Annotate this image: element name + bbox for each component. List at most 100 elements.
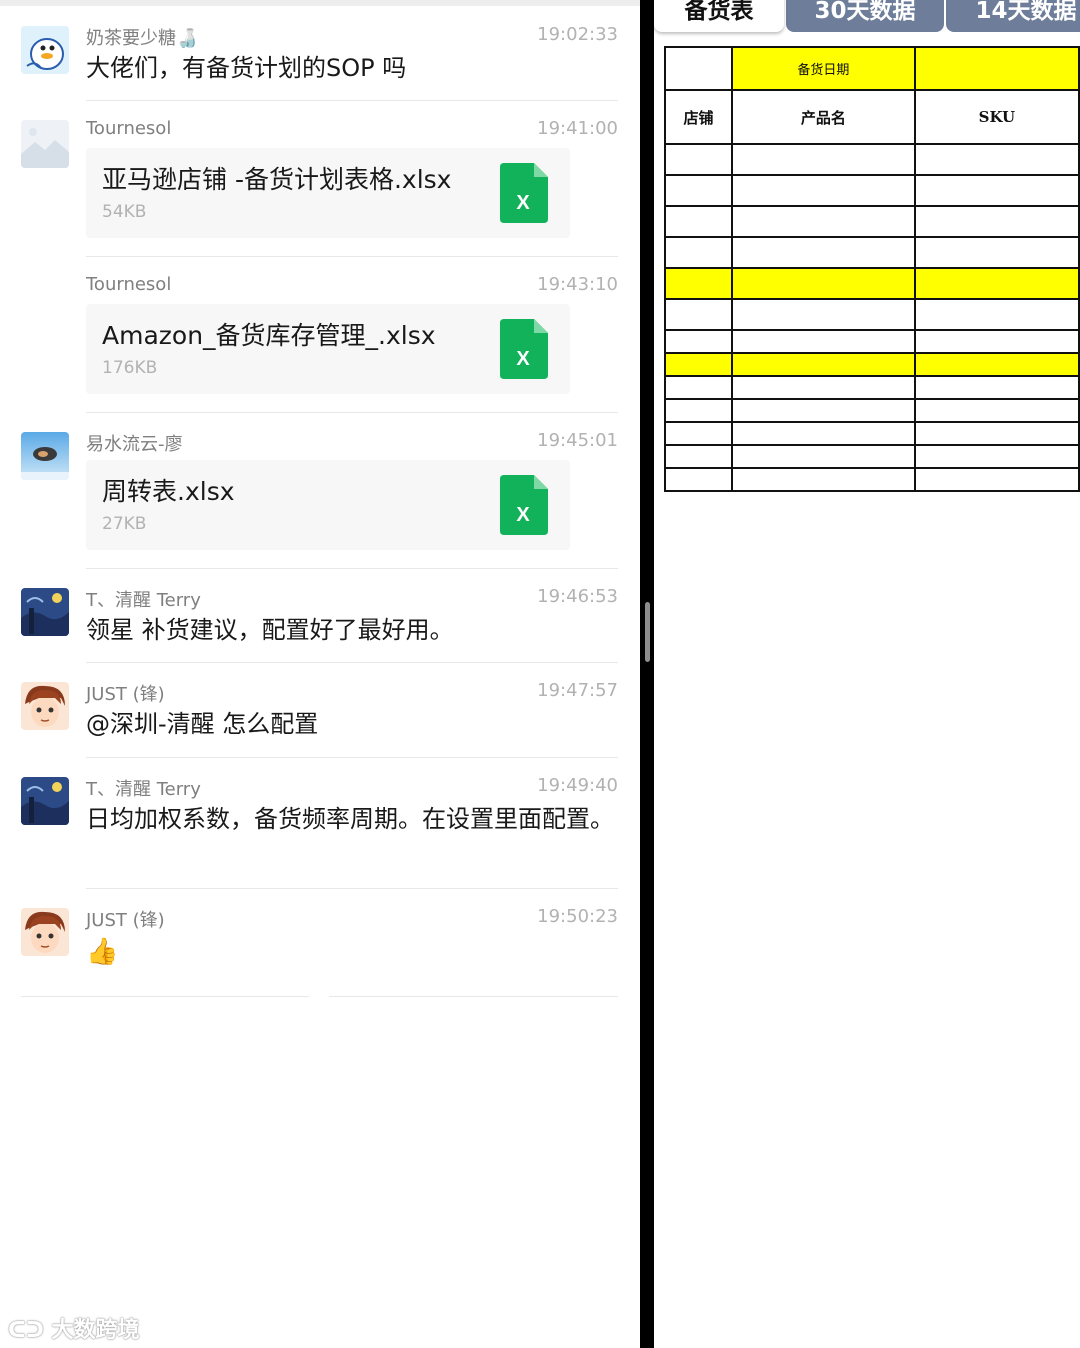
file-attachment[interactable]: Amazon_备货库存管理_.xlsx 176KB X xyxy=(86,304,570,394)
message-time: 19:49:40 xyxy=(537,775,618,796)
sender-name: JUST (锋) xyxy=(86,684,165,705)
message-time: 19:43:10 xyxy=(537,274,618,295)
table-cell[interactable] xyxy=(913,398,1080,423)
sender-name: Tournesol xyxy=(86,118,172,139)
message-text: 大佬们，有备货计划的SOP 吗 xyxy=(86,54,407,82)
table-cell[interactable] xyxy=(664,267,733,300)
file-name: 亚马逊店铺 -备货计划表格.xlsx xyxy=(102,165,452,194)
watermark-text: 大数跨境 xyxy=(51,1318,140,1343)
header-sku[interactable]: SKU xyxy=(913,89,1080,145)
file-attachment[interactable]: 周转表.xlsx 27KB X xyxy=(86,460,570,550)
avatar-duck[interactable] xyxy=(21,26,69,74)
table-cell[interactable] xyxy=(664,236,733,269)
excel-file-icon: X xyxy=(500,319,548,379)
chat-pane: 奶茶要少糖🍶 19:02:33 大佬们，有备货计划的SOP 吗 Tourneso… xyxy=(0,0,640,1348)
table-cell[interactable] xyxy=(913,467,1080,492)
table-cell[interactable] xyxy=(730,375,916,400)
avatar-anime-boy[interactable] xyxy=(21,682,69,730)
message-separator xyxy=(86,100,618,101)
avatar-starry-night[interactable] xyxy=(21,777,69,825)
table-cell[interactable] xyxy=(913,174,1080,207)
table-cell[interactable] xyxy=(664,444,733,469)
end-of-history-line xyxy=(329,996,618,997)
file-attachment[interactable]: 亚马逊店铺 -备货计划表格.xlsx 54KB X xyxy=(86,148,570,238)
table-row xyxy=(664,421,1080,446)
table-cell[interactable] xyxy=(730,421,916,446)
message-time: 19:41:00 xyxy=(537,118,618,139)
end-of-history-line xyxy=(21,996,309,997)
tab-stock-sheet[interactable]: 备货表 xyxy=(654,0,784,32)
table-cell[interactable] xyxy=(913,267,1080,300)
tab-30-day-data[interactable]: 30天数据 xyxy=(786,0,944,32)
table-cell[interactable] xyxy=(664,205,733,238)
table-cell[interactable] xyxy=(913,421,1080,446)
table-cell[interactable] xyxy=(730,444,916,469)
header-product-name[interactable]: 产品名 xyxy=(730,89,916,145)
avatar-starry-night[interactable] xyxy=(21,588,69,636)
table-cell[interactable] xyxy=(913,143,1080,176)
message-time: 19:46:53 xyxy=(537,586,618,607)
table-cell[interactable] xyxy=(664,467,733,492)
table-cell[interactable] xyxy=(730,329,916,354)
message-separator xyxy=(86,757,618,758)
tab-14-day-data[interactable]: 14天数据 xyxy=(946,0,1080,32)
sender-name: T、清醒 Terry xyxy=(86,779,201,800)
table-cell[interactable] xyxy=(730,398,916,423)
table-cell[interactable] xyxy=(664,174,733,207)
header-stock-date[interactable]: 备货日期 xyxy=(730,46,916,91)
table-row xyxy=(664,205,1080,238)
message-separator xyxy=(86,888,618,889)
table-row xyxy=(664,174,1080,207)
table-cell[interactable] xyxy=(913,375,1080,400)
table-cell[interactable] xyxy=(730,267,916,300)
table-cell[interactable] xyxy=(730,174,916,207)
message-time: 19:47:57 xyxy=(537,680,618,701)
sender-name: JUST (锋) xyxy=(86,910,165,931)
table-row xyxy=(664,143,1080,176)
table-cell[interactable] xyxy=(664,298,733,331)
split-drag-handle[interactable] xyxy=(645,602,650,662)
table-cell[interactable] xyxy=(664,329,733,354)
table-cell[interactable] xyxy=(913,205,1080,238)
table-cell[interactable] xyxy=(730,143,916,176)
excel-letter: X xyxy=(516,192,530,214)
chat-top-edge xyxy=(0,0,640,6)
table-cell[interactable] xyxy=(913,444,1080,469)
excel-letter: X xyxy=(516,348,530,370)
message-time: 19:02:33 xyxy=(537,24,618,45)
table-cell[interactable] xyxy=(913,46,1080,91)
message-text: 领星 补货建议，配置好了最好用。 xyxy=(86,616,454,644)
avatar-landscape[interactable] xyxy=(21,120,69,168)
message-text: @深圳-清醒 怎么配置 xyxy=(86,710,319,738)
table-row xyxy=(664,236,1080,269)
sender-name: 易水流云-廖 xyxy=(86,434,183,455)
table-row xyxy=(664,375,1080,400)
table-cell[interactable] xyxy=(664,421,733,446)
sender-name: Tournesol xyxy=(86,274,172,295)
table-cell[interactable] xyxy=(664,352,733,377)
file-size: 27KB xyxy=(102,514,147,534)
table-cell[interactable] xyxy=(664,375,733,400)
table-cell[interactable] xyxy=(913,236,1080,269)
message-text: 日均加权系数，备货频率周期。在设置里面配置。 xyxy=(86,805,614,833)
table-cell[interactable] xyxy=(913,298,1080,331)
sender-name: 奶茶要少糖🍶 xyxy=(86,28,199,49)
table-cell[interactable] xyxy=(730,205,916,238)
table-cell[interactable] xyxy=(913,329,1080,354)
header-store[interactable]: 店铺 xyxy=(664,89,733,145)
table-row xyxy=(664,398,1080,423)
table-cell[interactable] xyxy=(730,298,916,331)
table-row-highlighted xyxy=(664,352,1080,377)
avatar-anime-boy[interactable] xyxy=(21,908,69,956)
table-cell[interactable] xyxy=(664,46,733,91)
table-cell[interactable] xyxy=(730,236,916,269)
split-divider[interactable] xyxy=(640,0,654,1348)
excel-file-icon: X xyxy=(500,163,548,223)
table-cell[interactable] xyxy=(664,143,733,176)
table-cell[interactable] xyxy=(913,352,1080,377)
table-cell[interactable] xyxy=(664,398,733,423)
avatar-skydiver[interactable] xyxy=(21,432,69,480)
table-cell[interactable] xyxy=(730,352,916,377)
table-row xyxy=(664,444,1080,469)
table-cell[interactable] xyxy=(730,467,916,492)
